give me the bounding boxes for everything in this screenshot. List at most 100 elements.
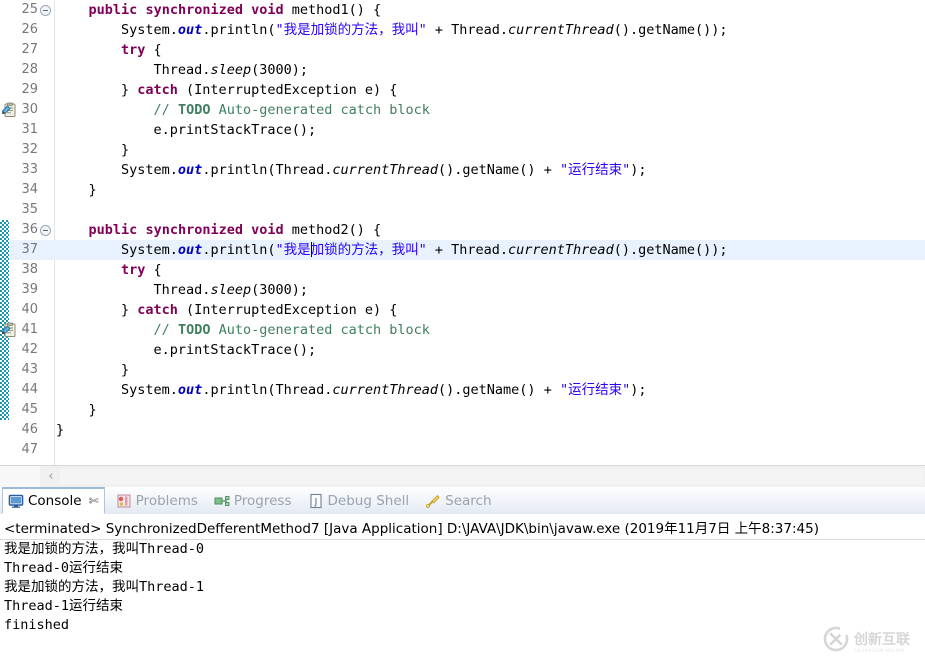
code-token: System. [56, 242, 178, 258]
code-line[interactable]: 31 e.printStackTrace(); [0, 120, 925, 140]
line-number: 36 [21, 222, 38, 237]
fold-collapse-icon[interactable] [40, 225, 51, 236]
code-token: method1() { [283, 2, 382, 18]
code-text: // TODO Auto-generated catch block [56, 100, 430, 120]
line-number: 45 [21, 402, 38, 417]
code-line[interactable]: 30 // TODO Auto-generated catch block [0, 100, 925, 120]
code-token: (InterruptedException e) { [177, 302, 398, 318]
tab-debug-shell[interactable]: J Debug Shell [303, 487, 415, 514]
code-token: .println(Thread. [202, 382, 333, 398]
code-line[interactable]: 40 } catch (InterruptedException e) { [0, 300, 925, 320]
code-token: { [145, 262, 162, 278]
code-line[interactable]: 41 // TODO Auto-generated catch block [0, 320, 925, 340]
code-token: (InterruptedException e) { [177, 82, 398, 98]
line-number: 40 [21, 302, 38, 317]
code-token: out [177, 22, 203, 38]
code-line[interactable]: 45 } [0, 400, 925, 420]
scroll-left-arrow-icon[interactable]: ‹ [44, 470, 58, 484]
line-number: 31 [21, 122, 38, 137]
line-number: 38 [21, 262, 38, 277]
code-token: { [145, 42, 162, 58]
code-token: System. [56, 382, 178, 398]
tab-label: Progress [233, 492, 292, 509]
code-token: 加锁的方法，我叫" [310, 242, 427, 258]
code-token: ); [630, 382, 647, 398]
code-token: out [177, 242, 203, 258]
code-line[interactable]: 34 } [0, 180, 925, 200]
editor-horizontal-scrollbar[interactable]: ‹ [0, 465, 925, 488]
code-token: (3000); [251, 62, 308, 78]
fold-collapse-icon[interactable] [40, 5, 51, 16]
tab-console[interactable]: Console ✄ [2, 487, 105, 514]
code-token: .println( [202, 242, 276, 258]
view-tab-bar[interactable]: Console ✄ Problems Progress J Debug Shell Sear… [0, 487, 925, 515]
console-panel[interactable]: Console ✄ Problems Progress J Debug Shell Sear… [0, 487, 925, 662]
tab-search[interactable]: Search [420, 487, 496, 514]
console-launch-header: <terminated> SynchronizedDefferentMethod… [0, 514, 925, 540]
code-line[interactable]: 29 } catch (InterruptedException e) { [0, 80, 925, 100]
java-editor[interactable]: 25 public synchronized void method1() {2… [0, 0, 925, 488]
code-line[interactable]: 32 } [0, 140, 925, 160]
code-text: } [56, 360, 129, 380]
code-token: public [88, 222, 138, 238]
code-token: out [177, 162, 203, 178]
code-line[interactable]: 28 Thread.sleep(3000); [0, 60, 925, 80]
code-line[interactable]: 38 try { [0, 260, 925, 280]
editor-code-area[interactable]: 25 public synchronized void method1() {2… [0, 0, 925, 465]
code-line[interactable]: 46} [0, 420, 925, 440]
code-token: out [177, 382, 203, 398]
watermark-subtext: CHUANGXIN HULIAN [854, 648, 905, 653]
code-line[interactable]: 37 System.out.println("我是加锁的方法，我叫" + Thr… [0, 240, 925, 260]
code-token: // [153, 322, 178, 338]
code-token: TODO [177, 322, 211, 338]
code-text: e.printStackTrace(); [56, 120, 317, 140]
tab-problems[interactable]: Problems [111, 487, 203, 514]
code-line[interactable]: 33 System.out.println(Thread.currentThre… [0, 160, 925, 180]
code-token: "我是加锁的方法，我叫" [275, 22, 427, 38]
code-line[interactable]: 43 } [0, 360, 925, 380]
code-line[interactable]: 25 public synchronized void method1() { [0, 0, 925, 20]
code-line[interactable]: 42 e.printStackTrace(); [0, 340, 925, 360]
line-number: 47 [21, 442, 38, 457]
code-line[interactable]: 44 System.out.println(Thread.currentThre… [0, 380, 925, 400]
tab-label: Debug Shell [327, 492, 410, 509]
code-text: } [56, 140, 129, 160]
code-token: ().getName()); [613, 22, 728, 38]
code-token: e.printStackTrace(); [56, 342, 317, 358]
editor-lines[interactable]: 25 public synchronized void method1() {2… [0, 0, 925, 460]
code-text: Thread.sleep(3000); [56, 280, 308, 300]
code-token: ().getName()); [613, 242, 728, 258]
line-number: 33 [21, 162, 38, 177]
console-output-area[interactable]: <terminated> SynchronizedDefferentMethod… [0, 514, 925, 662]
debug-shell-icon: J [309, 493, 322, 508]
code-line[interactable]: 39 Thread.sleep(3000); [0, 280, 925, 300]
code-text: System.out.println("我是加锁的方法，我叫" + Thread… [56, 20, 727, 40]
code-token: public [88, 2, 138, 18]
line-number: 41 [21, 322, 38, 337]
code-token: ().getName() + [438, 162, 560, 178]
code-line[interactable]: 26 System.out.println("我是加锁的方法，我叫" + Thr… [0, 20, 925, 40]
code-token: + Thread. [426, 242, 509, 258]
tab-progress[interactable]: Progress [209, 487, 297, 514]
cx-logo-icon [823, 626, 849, 652]
scrollbar-track[interactable] [60, 469, 923, 484]
line-number: 26 [21, 22, 38, 37]
progress-icon [214, 495, 230, 506]
code-token: } [56, 302, 138, 318]
code-line[interactable]: 36 public synchronized void method2() { [0, 220, 925, 240]
close-icon[interactable]: ✄ [89, 494, 99, 508]
code-token: Auto-generated catch block [210, 102, 430, 118]
code-line[interactable]: 47 [0, 440, 925, 460]
tab-label: Search [445, 492, 492, 509]
code-line[interactable]: 27 try { [0, 40, 925, 60]
code-token: .println( [202, 22, 276, 38]
code-text: try { [56, 260, 162, 280]
code-text: } [56, 180, 97, 200]
code-line[interactable]: 35 [0, 200, 925, 220]
code-token: void [251, 2, 284, 18]
line-number: 42 [21, 342, 38, 357]
